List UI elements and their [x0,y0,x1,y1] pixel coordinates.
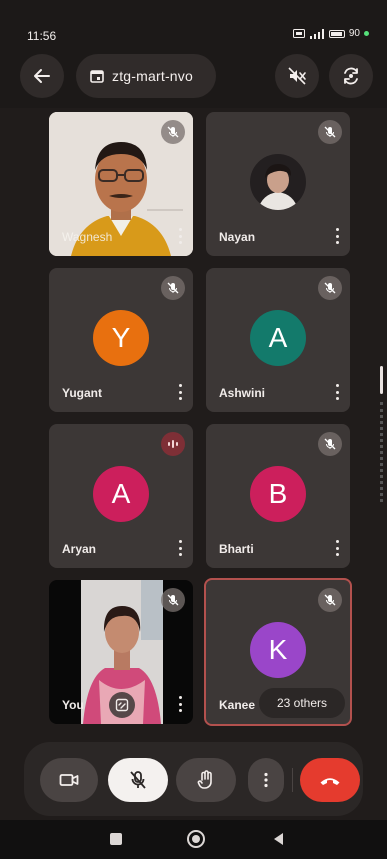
participant-name: Aryan [62,542,97,556]
system-navigation-bar [0,820,387,859]
speaking-indicator-icon [161,432,185,456]
home-button[interactable] [187,830,205,848]
avatar: B [250,466,306,522]
participant-menu-button[interactable] [334,540,340,556]
signal-icon [309,28,324,39]
muted-badge [161,588,185,612]
participant-name: You [62,698,84,712]
participant-tile[interactable]: B Bharti [206,424,350,568]
mic-off-icon [167,594,179,606]
participant-menu-button[interactable] [334,384,340,400]
back-button-nav[interactable] [272,832,284,846]
meeting-info-button[interactable]: ztg-mart-nvo [76,54,216,98]
mic-off-icon [130,771,146,789]
more-vert-icon [264,772,268,788]
switch-camera-icon [344,67,358,85]
participant-tile[interactable]: Nayan [206,112,350,256]
raise-hand-button[interactable] [176,758,236,802]
meeting-code: ztg-mart-nvo [112,68,193,84]
back-arrow-icon [34,69,50,83]
participant-menu-button[interactable] [177,696,183,712]
avatar [250,154,306,210]
participant-name: Ashwini [219,386,266,400]
participant-name: Kanee [219,698,256,712]
muted-badge [318,432,342,456]
effects-icon [115,698,129,712]
camera-icon [59,774,79,786]
muted-badge [161,120,185,144]
participant-menu-button[interactable] [177,384,183,400]
muted-badge [318,276,342,300]
background-effects-button[interactable] [109,692,135,718]
participant-menu-button[interactable] [334,228,340,244]
participant-tile[interactable]: A Ashwini [206,268,350,412]
call-controls [24,742,363,816]
muted-badge [161,276,185,300]
speaker-toggle-button[interactable] [275,54,319,98]
controls-divider [292,768,293,792]
participant-tile[interactable]: A Aryan [49,424,193,568]
mic-off-icon [324,594,336,606]
speaker-off-icon [288,67,306,85]
home-icon [192,835,200,843]
battery-percent: 90 [348,28,360,39]
participant-menu-button[interactable] [177,228,183,244]
recents-button[interactable] [110,833,122,845]
avatar: A [93,466,149,522]
mic-toggle-button[interactable] [108,758,168,802]
participant-tile[interactable]: Wagnesh [49,112,193,256]
hand-icon [197,770,212,789]
mic-off-icon [324,282,336,294]
status-bar: 11:56 90 [0,0,387,44]
avatar: K [250,622,306,678]
muted-badge [318,588,342,612]
privacy-indicator-icon [364,31,369,36]
participant-name: Bharti [219,542,254,556]
mic-off-icon [324,126,336,138]
avatar: A [250,310,306,366]
status-icons: 90 [292,28,369,39]
participant-name: Nayan [219,230,256,244]
muted-badge [318,120,342,144]
scroll-thumb[interactable] [380,366,383,394]
self-view-tile[interactable]: You [49,580,193,724]
scroll-track [380,402,383,502]
nfc-icon [292,29,305,38]
avatar: Y [93,310,149,366]
participant-name: Wagnesh [62,230,113,244]
phone-hangup-icon [320,778,340,785]
back-button[interactable] [20,54,64,98]
call-top-bar: ztg-mart-nvo [0,44,387,108]
more-options-button[interactable] [248,758,284,802]
battery-icon [328,29,345,38]
status-time: 11:56 [27,29,57,43]
participant-grid: Wagnesh Nayan Y Yugant A Ashwini A Aryan… [0,108,387,736]
mic-off-icon [324,438,336,450]
participant-name: Yugant [62,386,103,400]
calendar-icon [90,70,104,83]
others-count-button[interactable]: 23 others [259,688,345,718]
mic-off-icon [167,126,179,138]
participant-menu-button[interactable] [177,540,183,556]
mic-off-icon [167,282,179,294]
switch-camera-button[interactable] [329,54,373,98]
camera-toggle-button[interactable] [40,758,98,802]
participant-tile[interactable]: Y Yugant [49,268,193,412]
end-call-button[interactable] [300,758,360,802]
